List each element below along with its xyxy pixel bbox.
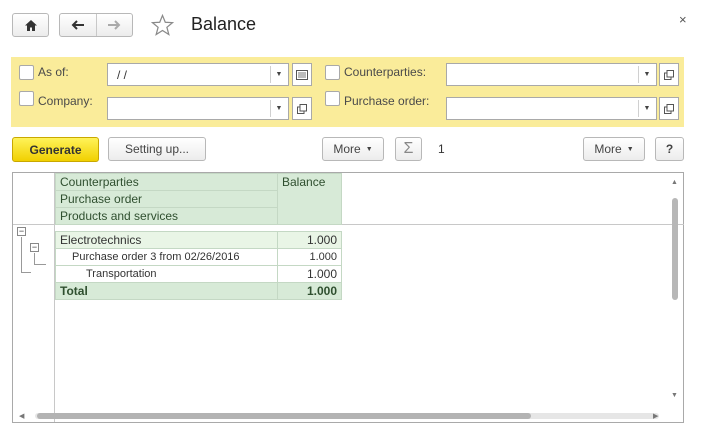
chevron-down-icon: ▼ bbox=[365, 145, 373, 153]
total-value: 1.000 bbox=[277, 282, 342, 300]
company-field[interactable]: ▼ bbox=[107, 97, 289, 120]
horizontal-scrollbar-thumb[interactable] bbox=[37, 413, 531, 419]
row-value: 1.000 bbox=[277, 248, 342, 266]
scroll-down-arrow-icon[interactable]: ▼ bbox=[671, 392, 678, 399]
table-row[interactable]: Transportation 1.000 bbox=[55, 265, 342, 283]
total-row[interactable]: Total 1.000 bbox=[55, 282, 342, 300]
more-menu-button-right[interactable]: More ▼ bbox=[583, 137, 645, 161]
help-button[interactable]: ? bbox=[655, 137, 684, 161]
as-of-date-value: / / bbox=[117, 68, 128, 82]
scroll-left-arrow-icon[interactable]: ◀ bbox=[19, 412, 24, 420]
scroll-up-arrow-icon[interactable]: ▲ bbox=[671, 179, 678, 186]
open-window-icon bbox=[664, 69, 674, 80]
purchase-order-open-button[interactable] bbox=[659, 97, 679, 120]
report-grid[interactable]: − − Counterparties Balance Purchase orde… bbox=[12, 172, 684, 423]
as-of-label: As of: bbox=[38, 65, 69, 79]
more-label: More bbox=[594, 142, 622, 156]
page-title: Balance bbox=[191, 14, 257, 34]
open-window-icon bbox=[297, 103, 307, 114]
close-icon[interactable]: × bbox=[679, 12, 687, 27]
row-label: Purchase order 3 from 02/26/2016 bbox=[55, 248, 278, 266]
company-checkbox[interactable] bbox=[19, 91, 34, 106]
row-label: Electrotechnics bbox=[55, 231, 278, 249]
purchase-order-field[interactable]: ▼ bbox=[446, 97, 657, 120]
more-menu-button-left[interactable]: More ▼ bbox=[322, 137, 384, 161]
chevron-down-icon[interactable]: ▼ bbox=[270, 66, 287, 83]
collapse-toggle-icon[interactable]: − bbox=[17, 227, 26, 236]
back-button[interactable] bbox=[60, 14, 96, 36]
row-value: 1.000 bbox=[277, 265, 342, 283]
row-value: 1.000 bbox=[277, 231, 342, 249]
tree-column: − − bbox=[13, 173, 684, 422]
purchase-order-checkbox[interactable] bbox=[325, 91, 340, 106]
chevron-down-icon[interactable]: ▼ bbox=[638, 100, 655, 117]
counterparties-field[interactable]: ▼ bbox=[446, 63, 657, 86]
navigation-group bbox=[59, 13, 133, 37]
total-label: Total bbox=[55, 282, 278, 300]
vertical-scrollbar-thumb[interactable] bbox=[672, 198, 678, 300]
header-products-services: Products and services bbox=[55, 207, 278, 225]
forward-button[interactable] bbox=[95, 14, 133, 36]
home-button[interactable] bbox=[12, 13, 49, 37]
chevron-down-icon[interactable]: ▼ bbox=[638, 66, 655, 83]
arrow-right-icon bbox=[108, 20, 121, 30]
collapse-toggle-icon[interactable]: − bbox=[30, 243, 39, 252]
as-of-date-field[interactable]: / / ▼ bbox=[107, 63, 289, 86]
favorite-star-icon[interactable] bbox=[151, 14, 174, 36]
counterparties-checkbox[interactable] bbox=[325, 65, 340, 80]
home-icon bbox=[24, 19, 37, 31]
report-table: Counterparties Balance Purchase order Pr… bbox=[55, 173, 342, 300]
company-open-button[interactable] bbox=[292, 97, 312, 120]
as-of-checkbox[interactable] bbox=[19, 65, 34, 80]
setting-up-button[interactable]: Setting up... bbox=[108, 137, 206, 161]
more-label: More bbox=[333, 142, 361, 156]
counterparties-open-button[interactable] bbox=[659, 63, 679, 86]
generate-button[interactable]: Generate bbox=[12, 137, 99, 162]
arrow-left-icon bbox=[71, 20, 84, 30]
filter-panel: As of: / / ▼ Company: ▼ Counterparties: … bbox=[11, 57, 684, 127]
header-balance: Balance bbox=[277, 173, 342, 225]
table-row[interactable]: Electrotechnics 1.000 bbox=[55, 231, 342, 249]
sum-button[interactable]: Σ bbox=[395, 137, 422, 161]
table-row[interactable]: Purchase order 3 from 02/26/2016 1.000 bbox=[55, 248, 342, 266]
row-label: Transportation bbox=[55, 265, 278, 283]
scroll-right-arrow-icon[interactable]: ▶ bbox=[653, 412, 658, 420]
chevron-down-icon[interactable]: ▼ bbox=[270, 100, 287, 117]
open-window-icon bbox=[664, 103, 674, 114]
purchase-order-label: Purchase order: bbox=[344, 94, 430, 108]
counterparties-label: Counterparties: bbox=[344, 65, 427, 79]
sum-value: 1 bbox=[438, 142, 445, 156]
calendar-button[interactable] bbox=[292, 63, 312, 86]
calendar-icon bbox=[296, 69, 308, 80]
company-label: Company: bbox=[38, 94, 93, 108]
header-counterparties: Counterparties bbox=[55, 173, 278, 191]
header-purchase-order: Purchase order bbox=[55, 190, 278, 208]
chevron-down-icon: ▼ bbox=[626, 145, 634, 153]
